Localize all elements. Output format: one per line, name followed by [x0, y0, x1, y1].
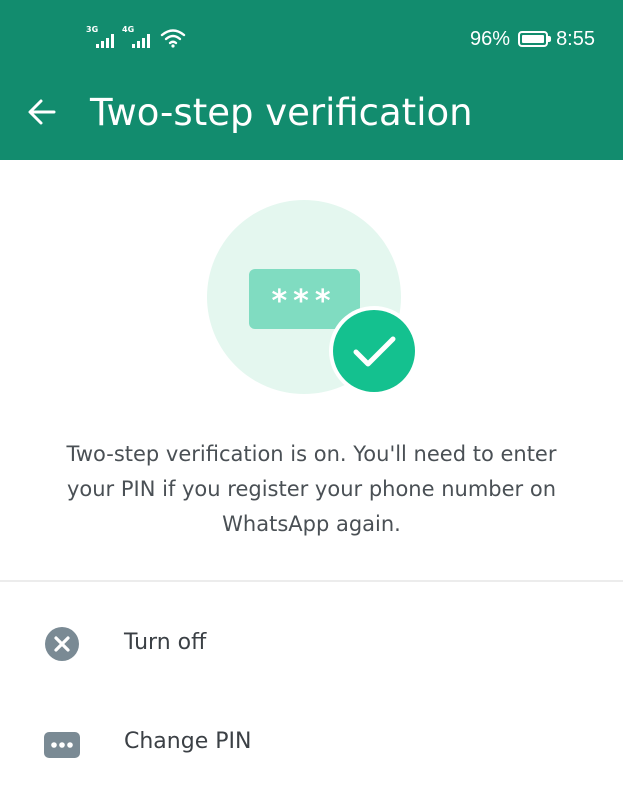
- close-circle-icon: [45, 627, 79, 661]
- check-badge: [333, 310, 415, 392]
- app-bar: Two-step verification: [0, 78, 623, 160]
- status-bar: 3G 4G 96% 8:55: [0, 0, 623, 78]
- turn-off-option[interactable]: Turn off: [0, 597, 623, 693]
- wifi-icon: [160, 29, 186, 48]
- battery-percent: 96%: [470, 27, 511, 50]
- battery-icon: [518, 31, 552, 47]
- verification-illustration: ***: [207, 200, 418, 396]
- pin-dots-icon: [44, 732, 80, 758]
- divider: [0, 580, 623, 582]
- signal-3g-icon: 3G: [86, 26, 114, 48]
- change-pin-label: Change PIN: [124, 729, 252, 754]
- header: 3G 4G 96% 8:55 Two-step verification: [0, 0, 623, 160]
- arrow-back-icon: [28, 99, 56, 125]
- clock: 8:55: [556, 27, 595, 50]
- status-right: 96% 8:55: [470, 26, 595, 52]
- turn-off-label: Turn off: [124, 630, 207, 655]
- two-step-verification-screen: 3G 4G 96% 8:55 Two-step verification ***…: [0, 0, 623, 800]
- pin-mask-text: ***: [271, 284, 336, 319]
- change-pin-option[interactable]: Change PIN: [0, 693, 623, 789]
- description-text: Two-step verification is on. You'll need…: [66, 442, 557, 536]
- signal-4g-icon: 4G: [122, 26, 150, 48]
- page-title: Two-step verification: [90, 91, 473, 134]
- back-button[interactable]: [22, 92, 62, 132]
